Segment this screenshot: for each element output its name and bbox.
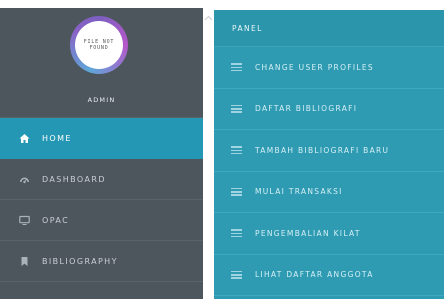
sidebar-item-bibliography[interactable]: BIBLIOGRAPHY [0,241,203,282]
menu-icon [231,229,242,238]
panel-item-label: TAMBAH BIBLIOGRAFI BARU [255,145,390,155]
sidebar-item-label: BIBLIOGRAPHY [42,256,118,266]
collapse-arrow-icon[interactable] [203,10,214,22]
panel-item-change-user-profiles[interactable]: CHANGE USER PROFILES [214,47,444,89]
avatar-placeholder: FILE NOT FOUND [75,21,123,69]
sidebar-item-dashboard[interactable]: DASHBOARD [0,159,203,200]
avatar[interactable]: FILE NOT FOUND [70,16,128,74]
menu-icon [231,104,242,113]
panel-item-label: CHANGE USER PROFILES [255,62,374,72]
panel-item-daftar-bibliografi[interactable]: DAFTAR BIBLIOGRAFI [214,89,444,130]
menu-icon [231,63,242,72]
panel-item-pengembalian-kilat[interactable]: PENGEMBALIAN KILAT [214,213,444,255]
sidebar-item-home[interactable]: HOME [0,118,203,159]
avatar-text-line-2: FOUND [89,45,109,51]
bookmark-icon [19,256,30,267]
panel-item-label: DAFTAR BIBLIOGRAFI [255,104,358,114]
sidebar-item-partial[interactable] [0,282,203,299]
menu-icon [231,270,242,279]
menu-icon [231,187,242,196]
panel-item-tambah-bibliografi-baru[interactable]: TAMBAH BIBLIOGRAFI BARU [214,130,444,172]
sidebar: FILE NOT FOUND ADMIN HOME DASHBOARD OPAC… [0,8,203,299]
profile-section: FILE NOT FOUND ADMIN [0,8,203,118]
home-icon [19,133,30,144]
panel-item-mulai-transaksi[interactable]: MULAI TRANSAKSI [214,172,444,213]
sidebar-item-label: OPAC [42,215,70,225]
panel-item-lihat-daftar-anggota[interactable]: LIHAT DAFTAR ANGGOTA [214,255,444,296]
panel-item-label: PENGEMBALIAN KILAT [255,228,361,238]
username: ADMIN [87,96,116,104]
panel-title: PANEL [214,10,444,47]
dashboard-icon [19,174,30,185]
panel-item-label: MULAI TRANSAKSI [255,187,343,197]
panel-item-label: LIHAT DAFTAR ANGGOTA [255,270,374,280]
sidebar-item-label: DASHBOARD [42,174,106,184]
menu-icon [231,146,242,155]
sidebar-item-label: HOME [42,133,72,143]
sidebar-item-opac[interactable]: OPAC [0,200,203,241]
panel: PANEL CHANGE USER PROFILES DAFTAR BIBLIO… [214,10,444,299]
monitor-icon [19,215,30,226]
